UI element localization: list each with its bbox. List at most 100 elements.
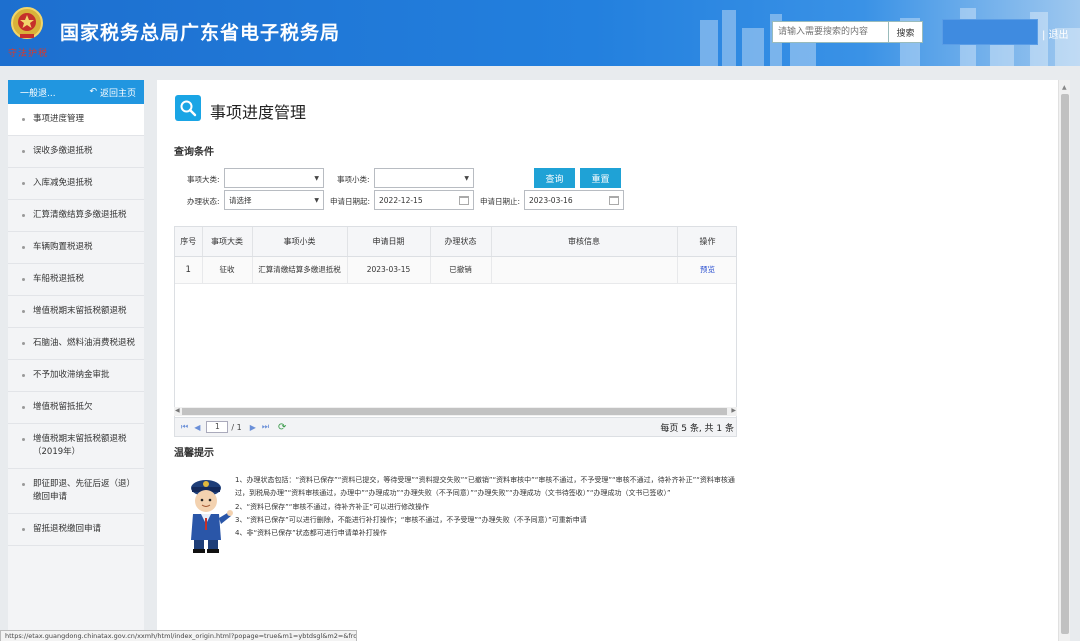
col-header-index: 序号 [175,227,203,257]
subcategory-select[interactable]: ▼ [374,168,474,188]
sidebar-item-label: 留抵退税缴回申请 [33,524,102,534]
calendar-icon[interactable] [609,195,619,205]
bullet-icon [22,278,25,281]
sidebar-item-vehicle-purchase-refund[interactable]: 车辆购置税退税 [8,232,144,264]
main-panel: 事项进度管理 查询条件 事项大类: ▼ 事项小类: ▼ 查询 重置 办理状态: … [157,80,1058,641]
col-header-action: 操作 [677,227,736,257]
cell-index: 1 [175,256,203,284]
sidebar-item-label: 增值税期末留抵税额退税 [33,306,127,316]
chevron-down-icon: ▼ [314,196,319,204]
table-header-row: 序号 事项大类 事项小类 申请日期 办理状态 审核信息 操作 [175,227,736,257]
reset-button[interactable]: 重置 [580,168,621,188]
tips-section-title: 温馨提示 [174,448,214,459]
pagination-info: 每页 5 条, 共 1 条 [660,423,734,434]
sidebar-item-settlement-refund[interactable]: 汇算清缴结算多缴退抵税 [8,200,144,232]
cell-apply-date: 2023-03-15 [347,256,431,284]
sidebar-item-fuel-tax-refund[interactable]: 石脑油、燃料油消费税退税 [8,328,144,360]
table-row[interactable]: 1 征收 汇算清缴结算多缴退抵税 2023-03-15 已撤销 预览 [175,256,736,284]
search-icon [175,95,201,121]
top-header: 守法护税 国家税务总局广东省电子税务局 搜索 | 退出 [0,0,1080,66]
sidebar-item-label: 车辆购置税退税 [33,242,93,252]
tip-item: 1、办理状态包括：“资料已保存”“资料已提交，等待受理”“资料提交失败”“已撤销… [235,476,735,498]
sidebar-item-credit-refund-return[interactable]: 留抵退税缴回申请 [8,514,144,546]
subcategory-label: 事项小类: [337,175,370,184]
bullet-icon [22,118,25,121]
page-number-input[interactable]: 1 [206,421,229,433]
col-header-review-info: 审核信息 [491,227,678,257]
col-header-category: 事项大类 [202,227,253,257]
col-header-subcategory: 事项小类 [252,227,348,257]
col-header-status: 办理状态 [430,227,492,257]
last-page-icon[interactable]: ⏭ [262,422,269,432]
scroll-right-icon[interactable]: ▶ [731,407,736,414]
preview-link[interactable]: 预览 [677,256,736,284]
status-select-value: 请选择 [229,195,252,205]
tax-emblem-icon [11,7,43,39]
next-page-icon[interactable]: ▶ [250,423,256,432]
browser-status-bar: https://etax.guangdong.chinatax.gov.cn/x… [0,630,357,641]
back-home-link[interactable]: ↶ 返回主页 [89,86,136,99]
category-select[interactable]: ▼ [224,168,324,188]
sidebar-item-overpaid-refund[interactable]: 误收多缴退抵税 [8,136,144,168]
sidebar-item-refund-return-request[interactable]: 即征即退、先征后返（退）缴回申请 [8,469,144,514]
chevron-down-icon: ▼ [464,174,469,182]
bullet-icon [22,438,25,441]
search-input[interactable] [772,21,889,43]
sidebar-item-label: 石脑油、燃料油消费税退税 [33,338,136,348]
sidebar-item-label: 误收多缴退抵税 [33,146,93,156]
query-button[interactable]: 查询 [534,168,575,188]
refresh-icon[interactable]: ⟳ [278,422,286,433]
sidebar-menu: 事项进度管理 误收多缴退抵税 入库减免退抵税 汇算清缴结算多缴退抵税 车辆购置税… [8,104,144,546]
sidebar-item-progress[interactable]: 事项进度管理 [8,104,144,136]
status-select[interactable]: 请选择 ▼ [224,190,324,210]
date-from-field[interactable]: 2022-12-15 [374,190,474,210]
bullet-icon [22,483,25,486]
sidebar-item-label: 事项进度管理 [33,114,85,124]
bullet-icon [22,246,25,249]
page-vertical-scrollbar[interactable]: ▲ [1058,80,1070,641]
date-from-value: 2022-12-15 [379,195,423,205]
cell-review-info [491,256,678,284]
emblem-motto: 守法护税 [8,49,49,59]
tip-item: 4、非“资料已保存”状态都可进行申请单补打操作 [235,529,387,538]
total-pages: / 1 [231,422,242,432]
table-horizontal-scrollbar[interactable]: ◀ ▶ [174,407,737,416]
cell-status: 已撤销 [430,256,492,284]
sidebar-item-label: 即征即退、先征后返（退）缴回申请 [33,479,136,502]
bullet-icon [22,342,25,345]
calendar-icon[interactable] [459,195,469,205]
bullet-icon [22,150,25,153]
sidebar-item-vat-credit-refund[interactable]: 增值税期末留抵税额退税 [8,296,144,328]
tip-item: 2、“资料已保存”“审核不通过，待补齐补正”可以进行修改操作 [235,502,429,511]
bullet-icon [22,374,25,377]
date-to-field[interactable]: 2023-03-16 [524,190,624,210]
site-title: 国家税务总局广东省电子税务局 [60,22,341,44]
scroll-up-icon[interactable]: ▲ [1062,84,1067,91]
logout-link[interactable]: | 退出 [1042,26,1069,41]
sidebar-item-exemption-refund[interactable]: 入库减免退抵税 [8,168,144,200]
sidebar-header: 一般退... ↶ 返回主页 [8,80,144,104]
user-info-block[interactable] [942,19,1038,45]
col-header-apply-date: 申请日期 [347,227,431,257]
progress-table: 序号 事项大类 事项小类 申请日期 办理状态 审核信息 操作 1 征收 汇算清缴… [174,226,737,436]
sidebar-item-late-fee-waiver[interactable]: 不予加收滞纳金审批 [8,360,144,392]
bullet-icon [22,406,25,409]
back-arrow-icon: ↶ [89,87,97,97]
cell-subcategory: 汇算清缴结算多缴退抵税 [252,256,348,284]
sidebar-item-vat-credit-refund-2019[interactable]: 增值税期末留抵税额退税（2019年） [8,424,144,469]
scrollbar-thumb[interactable] [1061,94,1069,634]
sidebar-item-vat-credit-offset[interactable]: 增值税留抵抵欠 [8,392,144,424]
date-to-value: 2023-03-16 [529,195,573,205]
prev-page-icon[interactable]: ◀ [194,423,200,432]
first-page-icon[interactable]: ⏮ [181,422,188,432]
back-home-label: 返回主页 [99,88,136,99]
sidebar-item-vehicle-vessel-refund[interactable]: 车船税退抵税 [8,264,144,296]
date-to-label: 申请日期止: [480,197,521,206]
scroll-left-icon[interactable]: ◀ [175,407,180,414]
scrollbar-thumb[interactable] [182,408,727,415]
tax-officer-mascot-icon [191,480,233,553]
search-button[interactable]: 搜索 [889,21,923,43]
bullet-icon [22,214,25,217]
sidebar-item-label: 增值税期末留抵税额退税（2019年） [33,434,127,457]
bullet-icon [22,182,25,185]
